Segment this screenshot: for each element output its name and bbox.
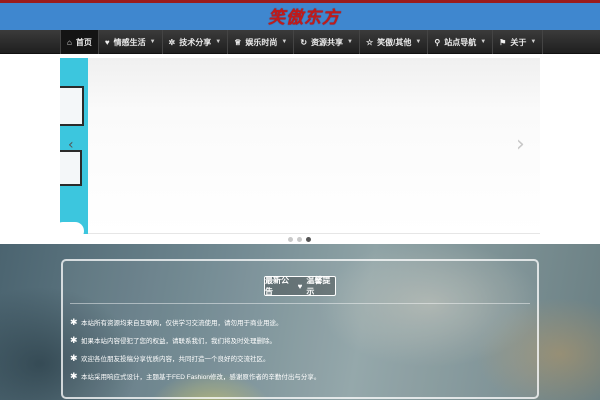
chevron-down-icon: ▼ <box>149 39 156 45</box>
slider-dot-active[interactable] <box>306 237 311 242</box>
list-item: ✱ 如果本站内容侵犯了您的权益，请联系我们，我们将及时处理删除。 <box>70 330 276 350</box>
slide-image <box>60 58 88 234</box>
chevron-down-icon: ▼ <box>281 39 288 45</box>
panel-divider <box>70 303 530 304</box>
slider-dot[interactable] <box>297 237 302 242</box>
cloud-decoration <box>60 222 84 234</box>
slider-next-icon[interactable]: › <box>516 134 525 156</box>
asterisk-icon: ✱ <box>70 316 78 327</box>
asterisk-icon: ✱ <box>70 334 78 345</box>
nav-label: 情感生活 <box>113 37 146 47</box>
nav-item-home[interactable]: ⌂ 首页 <box>60 30 98 54</box>
tip-text: 如果本站内容侵犯了您的权益，请联系我们，我们将及时处理删除。 <box>81 338 276 345</box>
tip-text: 本站采用响应式设计，主题基于FED Fashion修改，感谢原作者的辛勤付出与分… <box>81 374 321 381</box>
list-item: ✱ 欢迎各位朋友投稿分享优质内容，共同打造一个良好的交流社区。 <box>70 348 270 368</box>
trophy-icon: ♕ <box>234 37 242 47</box>
nav-label: 站点导航 <box>444 37 477 47</box>
tip-text: 欢迎各位朋友投稿分享优质内容，共同打造一个良好的交流社区。 <box>81 356 270 363</box>
gear-icon: ✲ <box>168 37 176 47</box>
nav-item-about[interactable]: ⚑ 关于 ▼ <box>492 30 544 54</box>
nav-label: 首页 <box>75 37 92 47</box>
refresh-icon: ↻ <box>300 37 308 47</box>
nav-item-fashion[interactable]: ♕ 娱乐时尚 ▼ <box>227 30 293 54</box>
list-item: ✱ 本站采用响应式设计，主题基于FED Fashion修改，感谢原作者的辛勤付出… <box>70 366 320 386</box>
chevron-down-icon: ▼ <box>347 39 353 45</box>
flag-icon: ⚑ <box>499 37 507 47</box>
nav-item-other[interactable]: ☆ 笑傲/其他 ▼ <box>358 30 427 54</box>
badge-right-text: 温馨提示 <box>306 276 331 296</box>
nav-label: 关于 <box>510 37 527 47</box>
nav-label: 技术分享 <box>179 37 212 47</box>
slider-prev-icon[interactable]: ‹ <box>68 134 74 156</box>
chevron-down-icon: ▼ <box>530 39 537 45</box>
slider-dot[interactable] <box>288 237 293 242</box>
main-navbar: ⌂ 首页 ♥ 情感生活 ▼ ✲ 技术分享 ▼ ♕ 娱乐时尚 ▼ ↻ 资源共享 ▼… <box>0 30 600 54</box>
chevron-down-icon: ▼ <box>415 39 422 45</box>
nav-item-tech[interactable]: ✲ 技术分享 ▼ <box>161 30 228 54</box>
nav-menu: ⌂ 首页 ♥ 情感生活 ▼ ✲ 技术分享 ▼ ♕ 娱乐时尚 ▼ ↻ 资源共享 ▼… <box>60 30 544 54</box>
asterisk-icon: ✱ <box>70 352 78 363</box>
home-icon: ⌂ <box>67 37 72 47</box>
map-marker-icon: ⚲ <box>434 37 441 47</box>
list-item: ✱ 本站所有资源均来自互联网，仅供学习交流使用，请勿用于商业用途。 <box>70 312 283 332</box>
nav-item-resources[interactable]: ↻ 资源共享 ▼ <box>293 30 359 54</box>
asterisk-icon: ✱ <box>70 370 78 381</box>
star-icon: ☆ <box>365 37 374 47</box>
notice-badge: 最新公告 ♥ 温馨提示 <box>264 276 336 296</box>
image-slider[interactable] <box>60 58 540 234</box>
chevron-down-icon: ▼ <box>480 39 487 45</box>
heart-icon: ♥ <box>297 281 303 291</box>
nav-item-sitemap[interactable]: ⚲ 站点导航 ▼ <box>427 30 492 54</box>
chevron-down-icon: ▼ <box>215 39 222 45</box>
heart-icon: ♥ <box>104 37 110 47</box>
nav-label: 笑傲/其他 <box>377 37 412 47</box>
nav-item-life[interactable]: ♥ 情感生活 ▼ <box>97 30 162 54</box>
nav-label: 资源共享 <box>311 37 344 47</box>
site-logo[interactable]: 笑傲东方 <box>268 7 340 29</box>
site-header: 笑傲东方 <box>0 3 600 30</box>
tip-text: 本站所有资源均来自互联网，仅供学习交流使用，请勿用于商业用途。 <box>81 320 283 327</box>
nav-label: 娱乐时尚 <box>245 37 278 47</box>
badge-left-text: 最新公告 <box>265 276 289 296</box>
laptop-illustration <box>60 86 84 126</box>
slider-pagination <box>288 237 311 242</box>
